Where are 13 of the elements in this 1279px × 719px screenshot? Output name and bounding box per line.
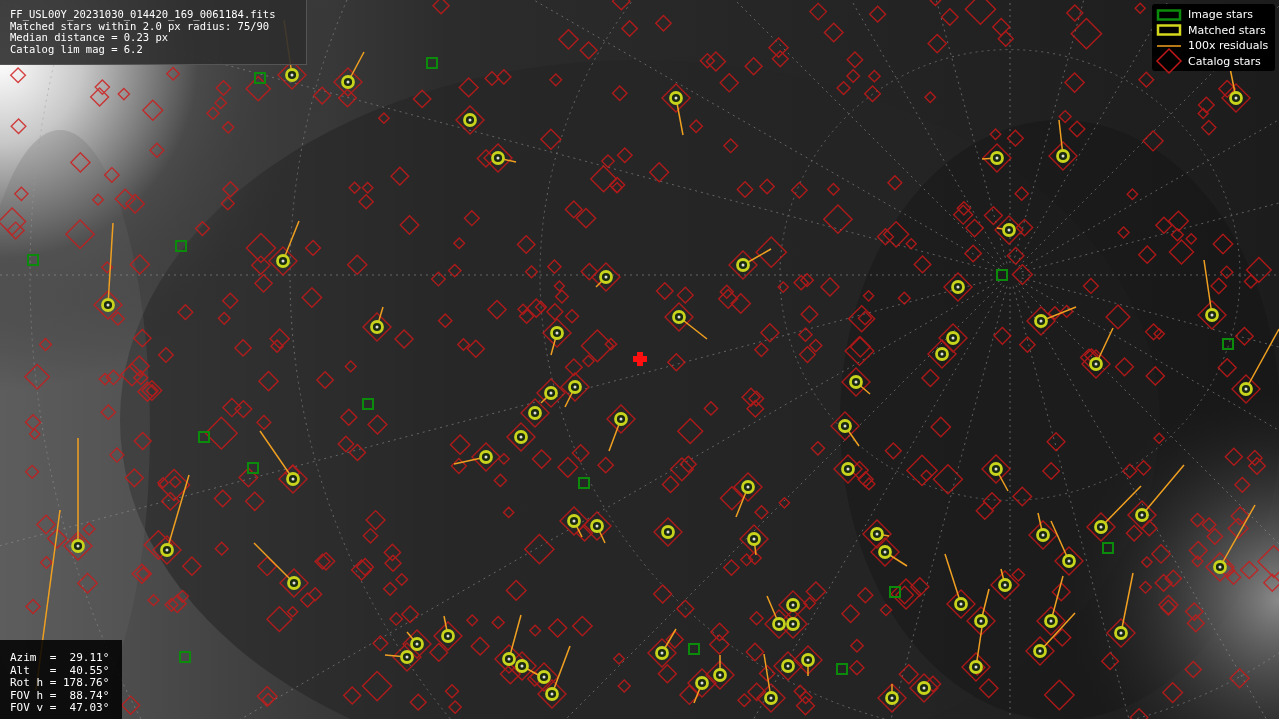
pointing-line: FOV h = 88.74° (10, 689, 111, 703)
legend-label: Catalog stars (1188, 54, 1261, 68)
legend-label: Matched stars (1188, 23, 1266, 37)
pointing-line: Alt = 40.55° (10, 664, 111, 678)
info-line: Matched stars within 2.0 px radius: 75/90 (10, 20, 270, 32)
legend-label: Image stars (1188, 8, 1253, 22)
info-line: Catalog lim mag = 6.2 (10, 43, 144, 55)
info-line: Median distance = 0.23 px (10, 32, 169, 44)
info-line: FF_USL00Y_20231030_014420_169_0061184.fits (10, 9, 277, 21)
pointing-line: Rot h = 178.76° (10, 677, 111, 690)
pointing-line: Azim = 29.11° (10, 652, 111, 665)
legend-label: 100x residuals (1188, 39, 1269, 53)
pointing-line: FOV v = 47.03° (10, 702, 111, 715)
